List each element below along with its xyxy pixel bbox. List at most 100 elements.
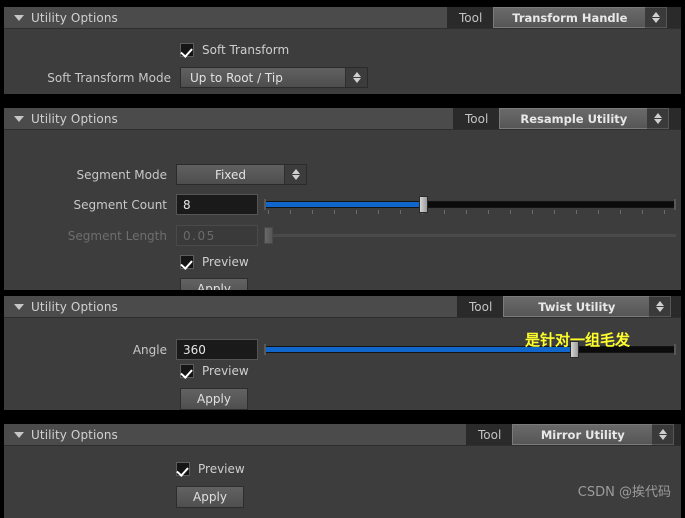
triangle-down-icon[interactable] — [14, 14, 24, 21]
preview-checkbox[interactable]: Preview — [180, 364, 249, 378]
segment-mode-label: Segment Mode — [76, 167, 167, 182]
spinner-updown-icon[interactable] — [284, 165, 306, 184]
spinner-updown-icon[interactable] — [647, 108, 670, 129]
panel-header[interactable]: Utility Options Tool Mirror Utility — [4, 424, 681, 446]
tool-dropdown-value: Mirror Utility — [540, 427, 625, 442]
panel-header[interactable]: Utility Options Tool Twist Utility — [4, 296, 681, 318]
spinner-updown-icon[interactable] — [645, 7, 668, 28]
spinner-up-icon[interactable] — [658, 429, 667, 434]
segment-length-slider — [264, 225, 676, 246]
checkmark-icon[interactable] — [180, 255, 194, 269]
slider-fill — [265, 202, 421, 207]
segment-length-value: 0.05 — [183, 228, 216, 243]
spinner-up-icon[interactable] — [352, 72, 361, 77]
slider-knob — [264, 227, 273, 244]
preview-checkbox[interactable]: Preview — [176, 462, 245, 476]
tool-dropdown[interactable]: Transform Handle — [493, 7, 646, 28]
tool-selector: Tool Transform Handle — [447, 7, 681, 28]
panel-transform-handle: Utility Options Tool Transform Handle So… — [4, 7, 681, 94]
panel-header[interactable]: Utility Options Tool Resample Utility — [4, 108, 681, 130]
apply-row: Apply — [180, 388, 248, 410]
panel-title: Utility Options — [31, 427, 118, 442]
angle-label: Angle — [132, 342, 167, 357]
slider-ticks — [264, 210, 676, 214]
tool-label: Tool — [478, 427, 502, 442]
preview-row: Preview — [180, 255, 249, 269]
segment-count-slider[interactable] — [264, 194, 676, 215]
tool-dropdown-value: Twist Utility — [538, 299, 616, 314]
segment-length-input: 0.05 — [176, 225, 258, 246]
spinner-down-icon[interactable] — [291, 175, 300, 180]
spinner-updown-icon[interactable] — [345, 68, 367, 87]
slider-left-cap — [264, 344, 266, 355]
tool-label: Tool — [469, 299, 493, 314]
soft-transform-row: Soft Transform — [180, 43, 289, 57]
tool-label: Tool — [465, 111, 489, 126]
slider-right-cap — [674, 199, 676, 210]
triangle-down-icon[interactable] — [14, 303, 24, 310]
triangle-down-icon[interactable] — [14, 431, 24, 438]
segment-mode-dropdown[interactable]: Fixed — [176, 164, 307, 185]
checkmark-icon[interactable] — [180, 364, 194, 378]
segment-count-row: Segment Count 8 — [4, 194, 676, 215]
segment-mode-row: Segment Mode Fixed — [4, 164, 307, 185]
checkmark-icon[interactable] — [176, 462, 190, 476]
spinner-updown-icon[interactable] — [652, 424, 675, 445]
segment-mode-value: Fixed — [177, 165, 284, 184]
soft-transform-mode-row: Soft Transform Mode Up to Root / Tip — [4, 67, 368, 88]
soft-transform-mode-label: Soft Transform Mode — [47, 70, 171, 85]
soft-transform-mode-dropdown[interactable]: Up to Root / Tip — [180, 67, 368, 88]
tool-dropdown[interactable]: Mirror Utility — [512, 424, 653, 445]
tool-dropdown[interactable]: Resample Utility — [499, 108, 648, 129]
panel-resample-utility: Utility Options Tool Resample Utility Se… — [4, 108, 681, 290]
watermark: CSDN @挨代码 — [577, 485, 671, 500]
apply-button[interactable]: Apply — [180, 388, 248, 410]
spinner-down-icon[interactable] — [655, 307, 664, 312]
slider-right-cap — [674, 344, 676, 355]
panel-twist-utility: Utility Options Tool Twist Utility Angle… — [4, 296, 681, 410]
segment-length-row: Segment Length 0.05 — [4, 225, 676, 246]
panel-header[interactable]: Utility Options Tool Transform Handle — [4, 7, 681, 29]
slider-track — [264, 234, 676, 237]
segment-count-value: 8 — [183, 197, 191, 212]
soft-transform-mode-value: Up to Root / Tip — [181, 68, 345, 87]
apply-button-label: Apply — [193, 490, 227, 504]
spinner-down-icon[interactable] — [651, 18, 660, 23]
spinner-up-icon[interactable] — [653, 113, 662, 118]
panel-body: Soft Transform Soft Transform Mode Up to… — [4, 29, 681, 94]
apply-button[interactable]: Apply — [176, 486, 244, 508]
slider-knob[interactable] — [419, 196, 428, 213]
segment-count-input[interactable]: 8 — [176, 194, 258, 215]
triangle-down-icon[interactable] — [14, 115, 24, 122]
apply-row: Apply — [176, 486, 244, 508]
angle-input[interactable]: 360 — [176, 339, 258, 360]
tool-label: Tool — [459, 10, 483, 25]
soft-transform-label: Soft Transform — [202, 43, 290, 57]
tool-dropdown[interactable]: Twist Utility — [503, 296, 650, 317]
tool-selector: Tool Twist Utility — [457, 296, 681, 317]
spinner-down-icon[interactable] — [653, 119, 662, 124]
checkmark-icon[interactable] — [180, 43, 194, 57]
panel-body: Segment Mode Fixed Segment Count 8 Segme… — [4, 130, 681, 290]
spinner-updown-icon[interactable] — [649, 296, 672, 317]
tool-dropdown-value: Resample Utility — [520, 111, 628, 126]
panel-mirror-utility: Utility Options Tool Mirror Utility Prev… — [4, 424, 681, 518]
tool-selector: Tool Mirror Utility — [466, 424, 681, 445]
panel-title: Utility Options — [31, 299, 118, 314]
panel-title: Utility Options — [31, 10, 118, 25]
soft-transform-checkbox[interactable]: Soft Transform — [180, 43, 289, 57]
apply-button[interactable]: Apply — [180, 278, 248, 290]
spinner-up-icon[interactable] — [651, 12, 660, 17]
panel-title: Utility Options — [31, 111, 118, 126]
apply-row: Apply — [180, 278, 248, 290]
spinner-down-icon[interactable] — [658, 435, 667, 440]
spinner-down-icon[interactable] — [352, 78, 361, 83]
segment-count-label: Segment Count — [73, 197, 167, 212]
angle-value: 360 — [183, 342, 206, 357]
spinner-up-icon[interactable] — [655, 301, 664, 306]
apply-button-label: Apply — [197, 392, 231, 406]
preview-label: Preview — [202, 364, 249, 378]
spinner-up-icon[interactable] — [291, 169, 300, 174]
preview-checkbox[interactable]: Preview — [180, 255, 249, 269]
annotation-text: 是针对一组毛发 — [525, 331, 631, 349]
